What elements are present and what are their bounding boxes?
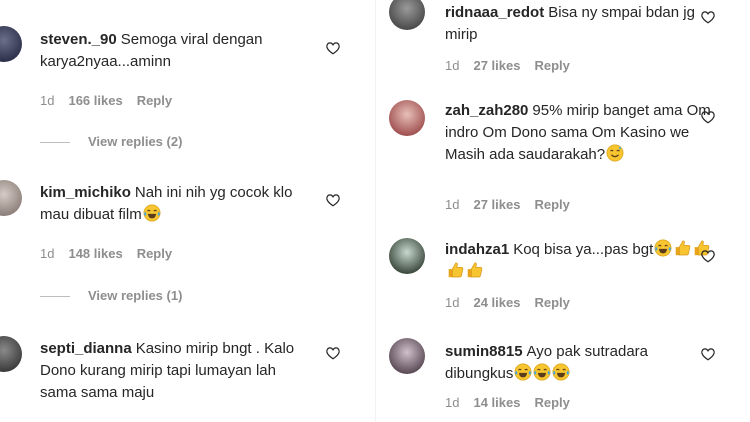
reply-button[interactable]: Reply [534,58,569,73]
like-heart-icon[interactable] [325,193,341,207]
comment-username[interactable]: septi_dianna [40,340,132,357]
right-comments-panel: ridnaaa_redot Bisa ny smpai bdan jg mirip… [375,0,750,422]
like-heart-icon[interactable] [325,41,341,55]
comment-username[interactable]: zah_zah280 [445,102,528,119]
view-replies-button[interactable]: View replies (1) [40,288,182,303]
tears-of-joy-emoji-icon [654,239,672,257]
like-heart-icon[interactable] [700,249,716,263]
tears-of-joy-emoji-icon [514,363,532,381]
comment-age: 1d [445,395,460,410]
reply-button[interactable]: Reply [534,197,569,212]
comment-meta: 1d 27 likes Reply [445,58,584,73]
view-replies-label: View replies (2) [88,134,183,149]
comment-likes[interactable]: 24 likes [473,295,520,310]
comment-text: steven._90 Semoga viral dengan karya2nyaa… [40,29,310,73]
comment-text: ridnaaa_redot Bisa ny smpai bdan jg mirip [445,2,715,46]
comment-likes[interactable]: 27 likes [473,197,520,212]
tears-of-joy-emoji-icon [143,204,161,222]
view-replies-line [40,296,70,298]
comment-meta: 1d 27 likes Reply [445,197,584,212]
thumbs-up-emoji-icon [675,240,691,256]
like-heart-icon[interactable] [700,347,716,361]
tears-of-joy-emoji-icon [552,363,570,381]
comment-text: septi_dianna Kasino mirip bngt . Kalo Don… [40,338,310,404]
comment-meta: 1d 166 likes Reply [40,93,186,108]
thumbs-up-emoji-icon [448,262,464,278]
reply-button[interactable]: Reply [534,395,569,410]
comment-text: sumin8815 Ayo pak sutradara dibungkus [445,341,715,385]
like-heart-icon[interactable] [700,10,716,24]
comment-username[interactable]: kim_michiko [40,184,131,201]
comment-body: Koq bisa ya...pas bgt [513,241,654,258]
view-replies-label: View replies (1) [88,288,183,303]
comment-username[interactable]: steven._90 [40,31,117,48]
left-comments-panel: steven._90 Semoga viral dengan karya2nyaa… [0,0,375,422]
commenter-avatar[interactable] [389,0,425,30]
comment-likes[interactable]: 166 likes [68,93,122,108]
thumbs-up-emoji-icon [467,262,483,278]
comment-age: 1d [445,58,460,73]
commenter-avatar[interactable] [389,238,425,274]
comment-age: 1d [445,197,460,212]
comment-meta: 1d 14 likes Reply [445,395,584,410]
comment-likes[interactable]: 14 likes [473,395,520,410]
reply-button[interactable]: Reply [137,93,172,108]
commenter-avatar[interactable] [0,336,22,372]
reply-button[interactable]: Reply [137,246,172,261]
comment-text: zah_zah280 95% mirip banget ama Om indro … [445,100,715,166]
comment-username[interactable]: indahza1 [445,241,509,258]
reply-button[interactable]: Reply [534,295,569,310]
comment-text: indahza1 Koq bisa ya...pas bgt [445,239,715,283]
view-replies-button[interactable]: View replies (2) [40,134,182,149]
comment-likes[interactable]: 148 likes [68,246,122,261]
comment-username[interactable]: ridnaaa_redot [445,4,544,21]
comment-likes[interactable]: 27 likes [473,58,520,73]
comment-username[interactable]: sumin8815 [445,343,523,360]
commenter-avatar[interactable] [0,26,22,62]
tears-of-joy-emoji-icon [533,363,551,381]
comment-age: 1d [445,295,460,310]
comment-age: 1d [40,93,55,108]
comment-meta: 1d 148 likes Reply [40,246,186,261]
commenter-avatar[interactable] [389,338,425,374]
comment-age: 1d [40,246,55,261]
view-replies-line [40,142,70,144]
like-heart-icon[interactable] [325,346,341,360]
commenter-avatar[interactable] [389,100,425,136]
comment-meta: 1d 24 likes Reply [445,295,584,310]
sweat-smile-emoji-icon [606,144,624,162]
like-heart-icon[interactable] [700,110,716,124]
commenter-avatar[interactable] [0,180,22,216]
comment-text: kim_michiko Nah ini nih yg cocok klo mau … [40,182,310,226]
